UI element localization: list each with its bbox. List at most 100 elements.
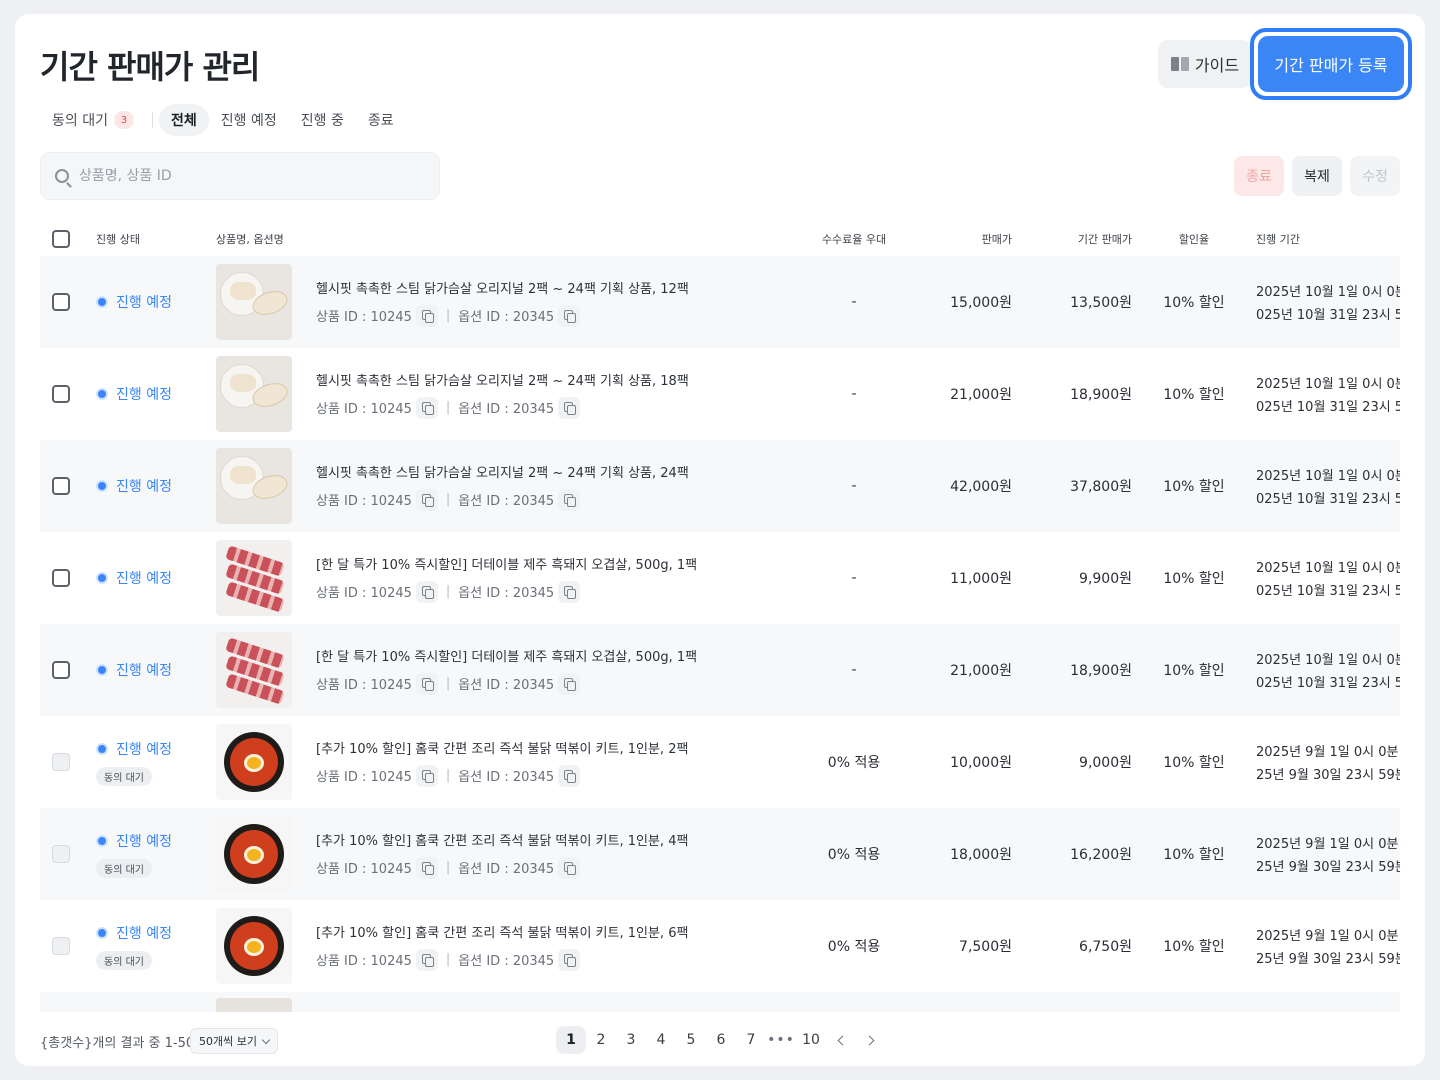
id-separator: | (445, 952, 451, 967)
table-row[interactable]: 진행 예정 동의 대기 [추가 10% 할인] 홈쿡 간편 조리 즉석 불닭 떡… (40, 716, 1400, 808)
table-row[interactable]: 진행 예정 [한 달 특가 10% 즉시할인] 더테이블 제주 흑돼지 오겹살,… (40, 532, 1400, 624)
register-period-price-button[interactable]: 기간 판매가 등록 (1258, 36, 1404, 92)
period-cell: 2025년 10월 1일 0시 0분 025년 10월 31일 23시 59 (1256, 348, 1400, 440)
copy-icon[interactable] (558, 580, 581, 603)
copy-icon[interactable] (558, 488, 581, 511)
id-separator: | (445, 768, 451, 783)
chevron-right-icon[interactable] (856, 1026, 886, 1054)
row-checkbox (52, 845, 70, 863)
table-row[interactable]: 진행 예정 헬시핏 촉촉한 스팀 닭가슴살 오리지널 2팩 ~ 24팩 기획 상… (40, 256, 1400, 348)
row-checkbox[interactable] (52, 661, 70, 679)
checkbox-cell (52, 716, 70, 808)
price-cell: 21,000원 (950, 387, 1012, 403)
period-range: 2025년 9월 1일 0시 0분 ~ 25년 9월 30일 23시 59분 (1256, 833, 1400, 875)
copy-icon[interactable] (415, 856, 438, 879)
tab-ended[interactable]: 종료 (356, 104, 406, 136)
product-name: [한 달 특가 10% 즉시할인] 더테이블 제주 흑돼지 오겹살, 500g,… (316, 557, 698, 573)
page-last-button[interactable]: 10 (796, 1026, 826, 1054)
product-image (216, 264, 292, 340)
product-cell: [한 달 특가 10% 즉시할인] 더테이블 제주 흑돼지 오겹살, 500g,… (316, 624, 697, 716)
table-header: 진행 상태 상품명, 옵션명 수수료율 우대 판매가 기간 판매가 할인율 진행… (40, 222, 1400, 256)
header-cell (52, 222, 70, 256)
id-separator: | (445, 860, 451, 875)
copy-icon[interactable] (415, 488, 438, 511)
duplicate-button[interactable]: 복제 (1292, 156, 1342, 196)
period-end: 25년 9월 30일 23시 59분 (1256, 768, 1400, 783)
copy-icon[interactable] (558, 304, 581, 327)
table-row[interactable]: 진행 예정 [한 달 특가 10% 즉시할인] 더테이블 제주 흑돼지 오겹살,… (40, 624, 1400, 716)
copy-icon[interactable] (415, 580, 438, 603)
discount-cell: 10% 할인 (1163, 939, 1225, 955)
period-end: 025년 10월 31일 23시 59 (1256, 492, 1400, 507)
row-checkbox[interactable] (52, 477, 70, 495)
checkbox-cell (52, 348, 70, 440)
copy-icon[interactable] (558, 856, 581, 879)
price-cell: 11,000원 (950, 571, 1012, 587)
copy-icon[interactable] (558, 764, 581, 787)
guide-button[interactable]: 가이드 (1158, 40, 1252, 88)
price-cell: 15,000원 (950, 295, 1012, 311)
option-id: 옵션 ID : 20345 (458, 954, 555, 969)
product-info: 헬시핏 촉촉한 스팀 닭가슴살 오리지널 2팩 ~ 24팩 기획 상품, 18팩… (316, 370, 689, 419)
product-info: 헬시핏 촉촉한 스팀 닭가슴살 오리지널 2팩 ~ 24팩 기획 상품, 12팩… (316, 278, 689, 327)
product-ids: 상품 ID : 10245 | 옵션 ID : 20345 (316, 764, 688, 787)
book-icon (1170, 57, 1189, 71)
chevron-left-icon[interactable] (826, 1026, 856, 1054)
status-group: 진행 예정 (96, 660, 172, 680)
copy-icon[interactable] (558, 672, 581, 695)
egg-shape (244, 846, 264, 864)
status-text: 진행 예정 (116, 387, 172, 403)
status-dot-icon (96, 742, 108, 755)
select-all-checkbox[interactable] (52, 230, 70, 248)
status-text: 진행 예정 (116, 571, 172, 587)
period-price-cell: 9,000원 (1079, 755, 1132, 771)
end-button[interactable]: 종료 (1234, 156, 1284, 196)
product-image (216, 540, 292, 616)
image-cell (216, 532, 292, 624)
copy-icon[interactable] (558, 396, 581, 419)
period-end: 25년 9월 30일 23시 59분 (1256, 952, 1400, 967)
status-dot-icon (96, 480, 108, 492)
header-period-price: 기간 판매가 (1077, 233, 1132, 246)
per-page-select[interactable]: 50개씩 보기 (190, 1028, 278, 1054)
copy-icon[interactable] (415, 764, 438, 787)
tab-consent-pending[interactable]: 동의 대기 3 (40, 104, 146, 136)
table-row[interactable]: 진행 예정 동의 대기 [추가 10% 할인] 홈쿡 간편 조리 즉석 불닭 떡… (40, 808, 1400, 900)
period-cell: 2025년 9월 1일 0시 0분 ~ 25년 9월 30일 23시 59분 (1256, 716, 1400, 808)
header-period: 진행 기간 (1256, 233, 1300, 246)
copy-icon[interactable] (415, 396, 438, 419)
edit-button[interactable]: 수정 (1350, 156, 1400, 196)
page-6-button[interactable]: 6 (706, 1026, 736, 1054)
product-id: 상품 ID : 10245 (316, 310, 412, 325)
product-ids: 상품 ID : 10245 | 옵션 ID : 20345 (316, 488, 689, 511)
table-row[interactable]: 진행 예정 헬시핏 촉촉한 스팀 닭가슴살 오리지널 2팩 ~ 24팩 기획 상… (40, 440, 1400, 532)
page-4-button[interactable]: 4 (646, 1026, 676, 1054)
copy-icon[interactable] (415, 672, 438, 695)
consent-pending-badge: 동의 대기 (96, 950, 152, 970)
row-checkbox[interactable] (52, 385, 70, 403)
page-7-button[interactable]: 7 (736, 1026, 766, 1054)
tab-all[interactable]: 전체 (158, 104, 209, 136)
page-5-button[interactable]: 5 (676, 1026, 706, 1054)
table-row[interactable]: 진행 예정 헬시핏 촉촉한 스팀 닭가슴살 오리지널 2팩 ~ 24팩 기획 상… (40, 348, 1400, 440)
copy-icon[interactable] (415, 948, 438, 971)
copy-icon[interactable] (558, 948, 581, 971)
commission-cell: 0% 적용 (827, 755, 881, 771)
search-input[interactable] (79, 168, 399, 184)
table-row[interactable]: 진행 예정 동의 대기 [추가 10% 할인] 홈쿡 간편 조리 즉석 불닭 떡… (40, 900, 1400, 992)
page-1-button[interactable]: 1 (556, 1026, 586, 1054)
tab-in-progress[interactable]: 진행 중 (289, 104, 356, 136)
tab-scheduled[interactable]: 진행 예정 (209, 104, 289, 136)
status-cell: 진행 예정 (96, 532, 172, 624)
consent-pending-badge: 동의 대기 (96, 766, 152, 786)
row-checkbox[interactable] (52, 293, 70, 311)
header-status: 진행 상태 (96, 233, 140, 246)
status-label: 진행 예정 (96, 739, 172, 759)
status-group: 진행 예정 동의 대기 (96, 923, 172, 970)
page-3-button[interactable]: 3 (616, 1026, 646, 1054)
row-checkbox[interactable] (52, 569, 70, 587)
result-count-text: {총갯수}개의 결과 중 1-50 (40, 1036, 195, 1051)
page-2-button[interactable]: 2 (586, 1026, 616, 1054)
copy-icon[interactable] (415, 304, 438, 327)
product-ids: 상품 ID : 10245 | 옵션 ID : 20345 (316, 304, 689, 327)
